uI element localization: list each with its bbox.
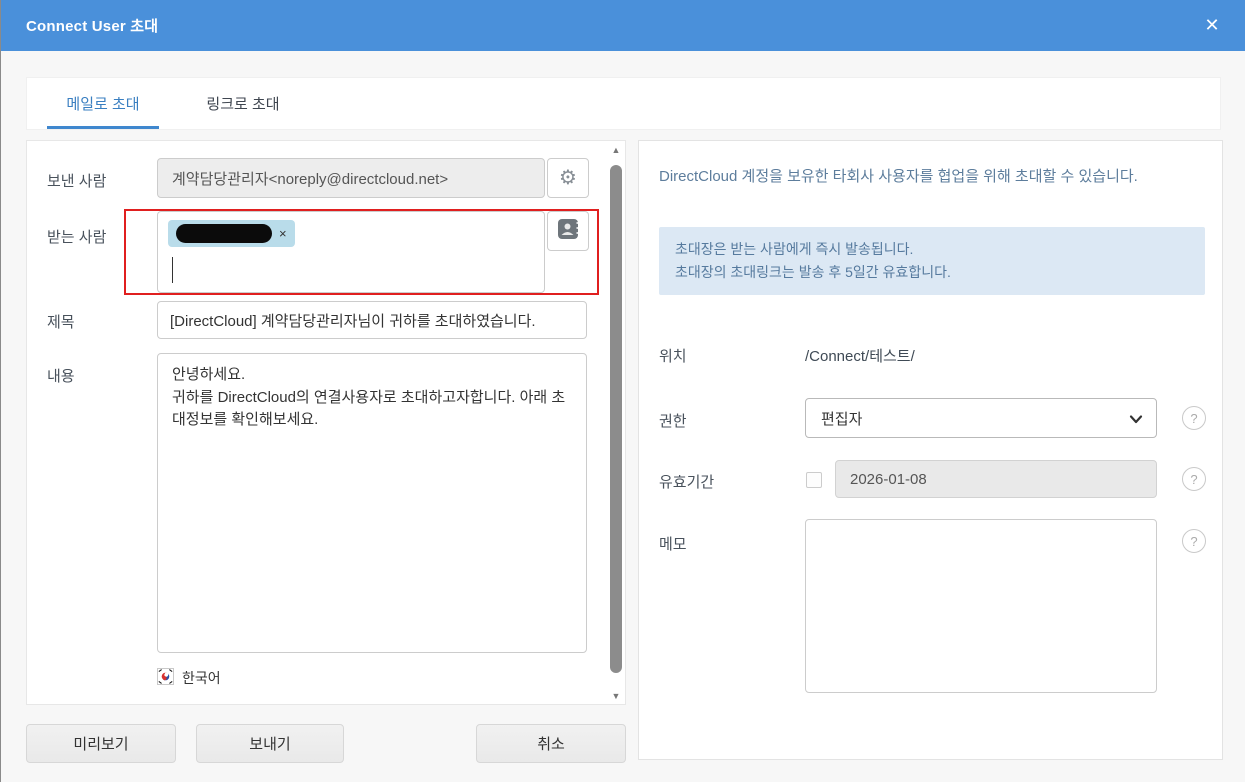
redacted-email [176, 224, 272, 243]
invite-settings-panel: DirectCloud 계정을 보유한 타회사 사용자를 협업을 위해 초대할 … [638, 140, 1223, 760]
form-scrollbar[interactable]: ▲ ▼ [606, 145, 626, 701]
cancel-button[interactable]: 취소 [476, 724, 626, 763]
chevron-down-icon [1129, 412, 1143, 430]
permission-select[interactable]: 편집자 [805, 398, 1157, 438]
text-cursor [172, 257, 173, 283]
sender-field [157, 158, 545, 198]
scroll-up-icon[interactable]: ▲ [606, 145, 626, 155]
address-book-icon [557, 218, 579, 245]
dialog-title: Connect User 초대 [26, 15, 158, 36]
dialog-titlebar: Connect User 초대 ✕ [1, 0, 1245, 51]
sender-settings-button[interactable]: ⚙ [547, 158, 589, 198]
permission-selected-value: 편집자 [821, 408, 862, 429]
preview-button[interactable]: 미리보기 [26, 724, 176, 763]
validity-label: 유효기간 [659, 471, 714, 492]
scroll-down-icon[interactable]: ▼ [606, 691, 626, 701]
send-button[interactable]: 보내기 [196, 724, 344, 763]
korea-flag-icon [157, 668, 174, 688]
active-tab-underline [47, 126, 159, 129]
tab-invite-by-mail[interactable]: 메일로 초대 [47, 78, 159, 129]
invite-tabs: 메일로 초대 링크로 초대 [26, 77, 1221, 130]
scrollbar-thumb[interactable] [610, 165, 622, 673]
chip-remove-icon[interactable]: × [279, 227, 287, 240]
memo-label: 메모 [659, 533, 687, 554]
sender-label: 보낸 사람 [47, 170, 106, 191]
notice-line-2: 초대장의 초대링크는 발송 후 5일간 유효합니다. [675, 261, 1189, 284]
mail-invite-form: 보낸 사람 ⚙ 받는 사람 × 제목 내용 안녕하세요. 귀하를 DirectC… [26, 140, 626, 705]
invite-notice: 초대장은 받는 사람에게 즉시 발송됩니다. 초대장의 초대링크는 발송 후 5… [659, 227, 1205, 295]
notice-line-1: 초대장은 받는 사람에게 즉시 발송됩니다. [675, 238, 1189, 261]
memo-field[interactable] [805, 519, 1157, 693]
validity-help-icon[interactable]: ? [1182, 467, 1206, 491]
language-row: 한국어 [157, 668, 221, 688]
permission-help-icon[interactable]: ? [1182, 406, 1206, 430]
close-icon[interactable]: ✕ [1194, 0, 1230, 51]
language-label: 한국어 [182, 668, 221, 688]
validity-date-field [835, 460, 1157, 498]
location-label: 위치 [659, 345, 687, 366]
validity-checkbox[interactable] [806, 472, 822, 488]
invite-description: DirectCloud 계정을 보유한 타회사 사용자를 협업을 위해 초대할 … [659, 166, 1209, 189]
connect-user-invite-dialog: { "titlebar": { "title": "Connect User 초… [0, 0, 1245, 782]
location-value: /Connect/테스트/ [805, 345, 915, 366]
address-book-button[interactable] [547, 211, 589, 251]
recipient-chip: × [168, 220, 295, 247]
gear-icon: ⚙ [559, 168, 577, 188]
subject-field[interactable] [157, 301, 587, 339]
subject-label: 제목 [47, 311, 75, 332]
recipient-input[interactable]: × [157, 211, 545, 293]
permission-label: 권한 [659, 410, 687, 431]
recipient-label: 받는 사람 [47, 226, 106, 247]
body-field[interactable]: 안녕하세요. 귀하를 DirectCloud의 연결사용자로 초대하고자합니다.… [157, 353, 587, 653]
memo-help-icon[interactable]: ? [1182, 529, 1206, 553]
body-label: 내용 [47, 365, 75, 386]
tab-invite-by-link[interactable]: 링크로 초대 [187, 78, 299, 129]
